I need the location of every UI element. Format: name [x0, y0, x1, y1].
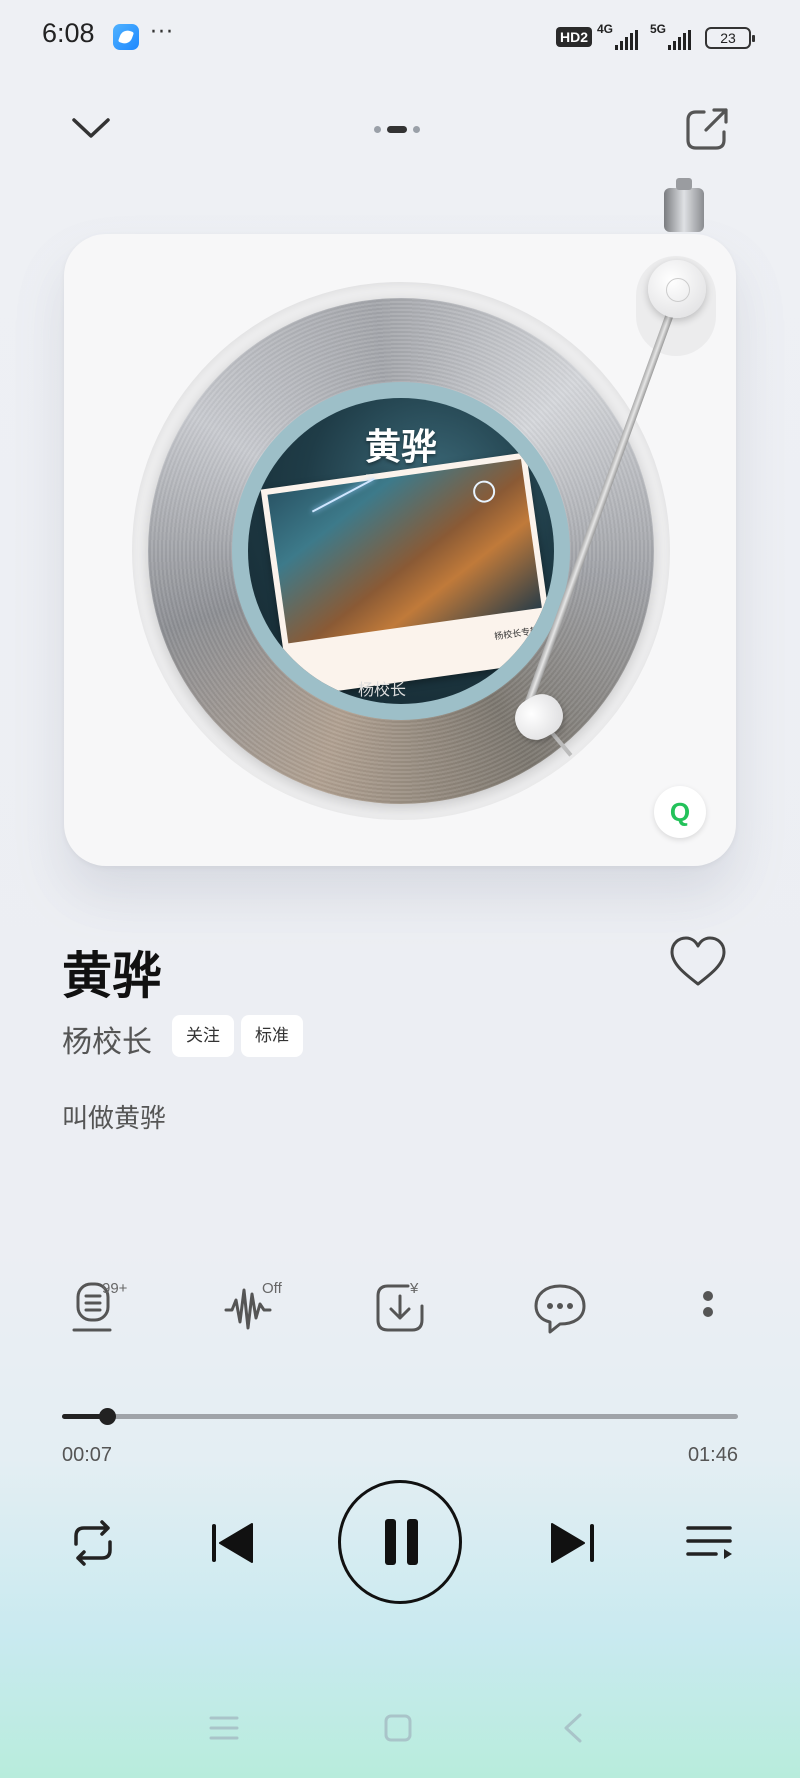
more-vertical-icon [703, 1291, 713, 1317]
playlist-icon [686, 1526, 732, 1559]
song-title: 黄骅 [62, 947, 162, 1005]
album-photo: 杨校长专辑 [260, 452, 554, 698]
tonearm-counterweight [664, 178, 704, 232]
heart-icon [670, 936, 726, 986]
battery-icon: 23 [705, 27, 755, 49]
comments-count-badge: 99+ [102, 1280, 128, 1297]
album-label-artist: 杨校长 [358, 680, 407, 699]
repeat-button[interactable] [64, 1514, 122, 1572]
signal-5g: 5G [650, 22, 691, 50]
home-nav-button[interactable] [382, 1712, 414, 1744]
more-notifications-icon: ··· [150, 20, 174, 45]
paid-download-badge: ¥ [410, 1280, 419, 1297]
back-nav-button[interactable] [558, 1712, 590, 1744]
page-dot-active [387, 126, 407, 133]
album-photo-caption: 杨校长专辑 [493, 626, 540, 643]
favorite-button[interactable] [667, 934, 729, 990]
signal-bars-icon [615, 30, 638, 50]
elapsed-time: 00:07 [62, 1444, 113, 1466]
skip-previous-icon [212, 1523, 253, 1563]
menu-nav-button[interactable] [208, 1712, 240, 1744]
page-indicator[interactable] [374, 126, 420, 133]
follow-button[interactable]: 关注 [172, 1015, 234, 1057]
collapse-button[interactable] [68, 108, 114, 148]
network-5g-label: 5G [650, 22, 667, 36]
page-dot [413, 126, 420, 133]
lyrics-comments-button[interactable]: 99+ [70, 1272, 142, 1344]
pause-button[interactable] [338, 1480, 462, 1604]
progress-track[interactable] [62, 1414, 738, 1419]
signal-4g: 4G [597, 22, 638, 50]
previous-button[interactable] [206, 1514, 264, 1572]
share-button[interactable] [682, 104, 732, 154]
sound-wave-icon [224, 1288, 272, 1330]
album-cover-art: 黄骅 杨校长专辑 杨校长 [248, 398, 554, 704]
current-lyric[interactable]: 叫做黄骅 [62, 1098, 166, 1135]
comment-bubble-icon [534, 1284, 586, 1334]
status-time: 6:08 [42, 18, 95, 48]
artist-name[interactable]: 杨校长 [62, 1017, 152, 1061]
playlist-button[interactable] [682, 1514, 740, 1572]
network-4g-label: 4G [597, 22, 614, 36]
signal-bars-icon [668, 30, 691, 50]
album-photo-image [267, 459, 542, 644]
quality-button[interactable]: 标准 [241, 1015, 303, 1057]
total-time: 01:46 [687, 1444, 738, 1466]
share-icon [686, 108, 728, 150]
app-notification-icon [113, 24, 139, 50]
next-button[interactable] [544, 1514, 602, 1572]
sound-effect-button[interactable]: Off [222, 1272, 294, 1344]
chevron-down-icon [72, 118, 110, 138]
page-dot [374, 126, 381, 133]
qq-music-logo-icon[interactable]: Q [654, 786, 706, 838]
progress-knob[interactable] [99, 1408, 116, 1425]
back-chevron-icon [564, 1713, 582, 1743]
repeat-icon [74, 1520, 112, 1566]
effect-state-label: Off [262, 1280, 282, 1297]
menu-icon [209, 1716, 239, 1740]
home-square-icon [384, 1714, 412, 1742]
comments-button[interactable] [526, 1272, 598, 1344]
tonearm-pivot [648, 260, 706, 318]
hd-voice-badge: HD2 [556, 27, 593, 47]
more-options-button[interactable] [672, 1272, 744, 1344]
skip-next-icon [551, 1523, 594, 1563]
download-button[interactable]: ¥ [374, 1272, 446, 1344]
